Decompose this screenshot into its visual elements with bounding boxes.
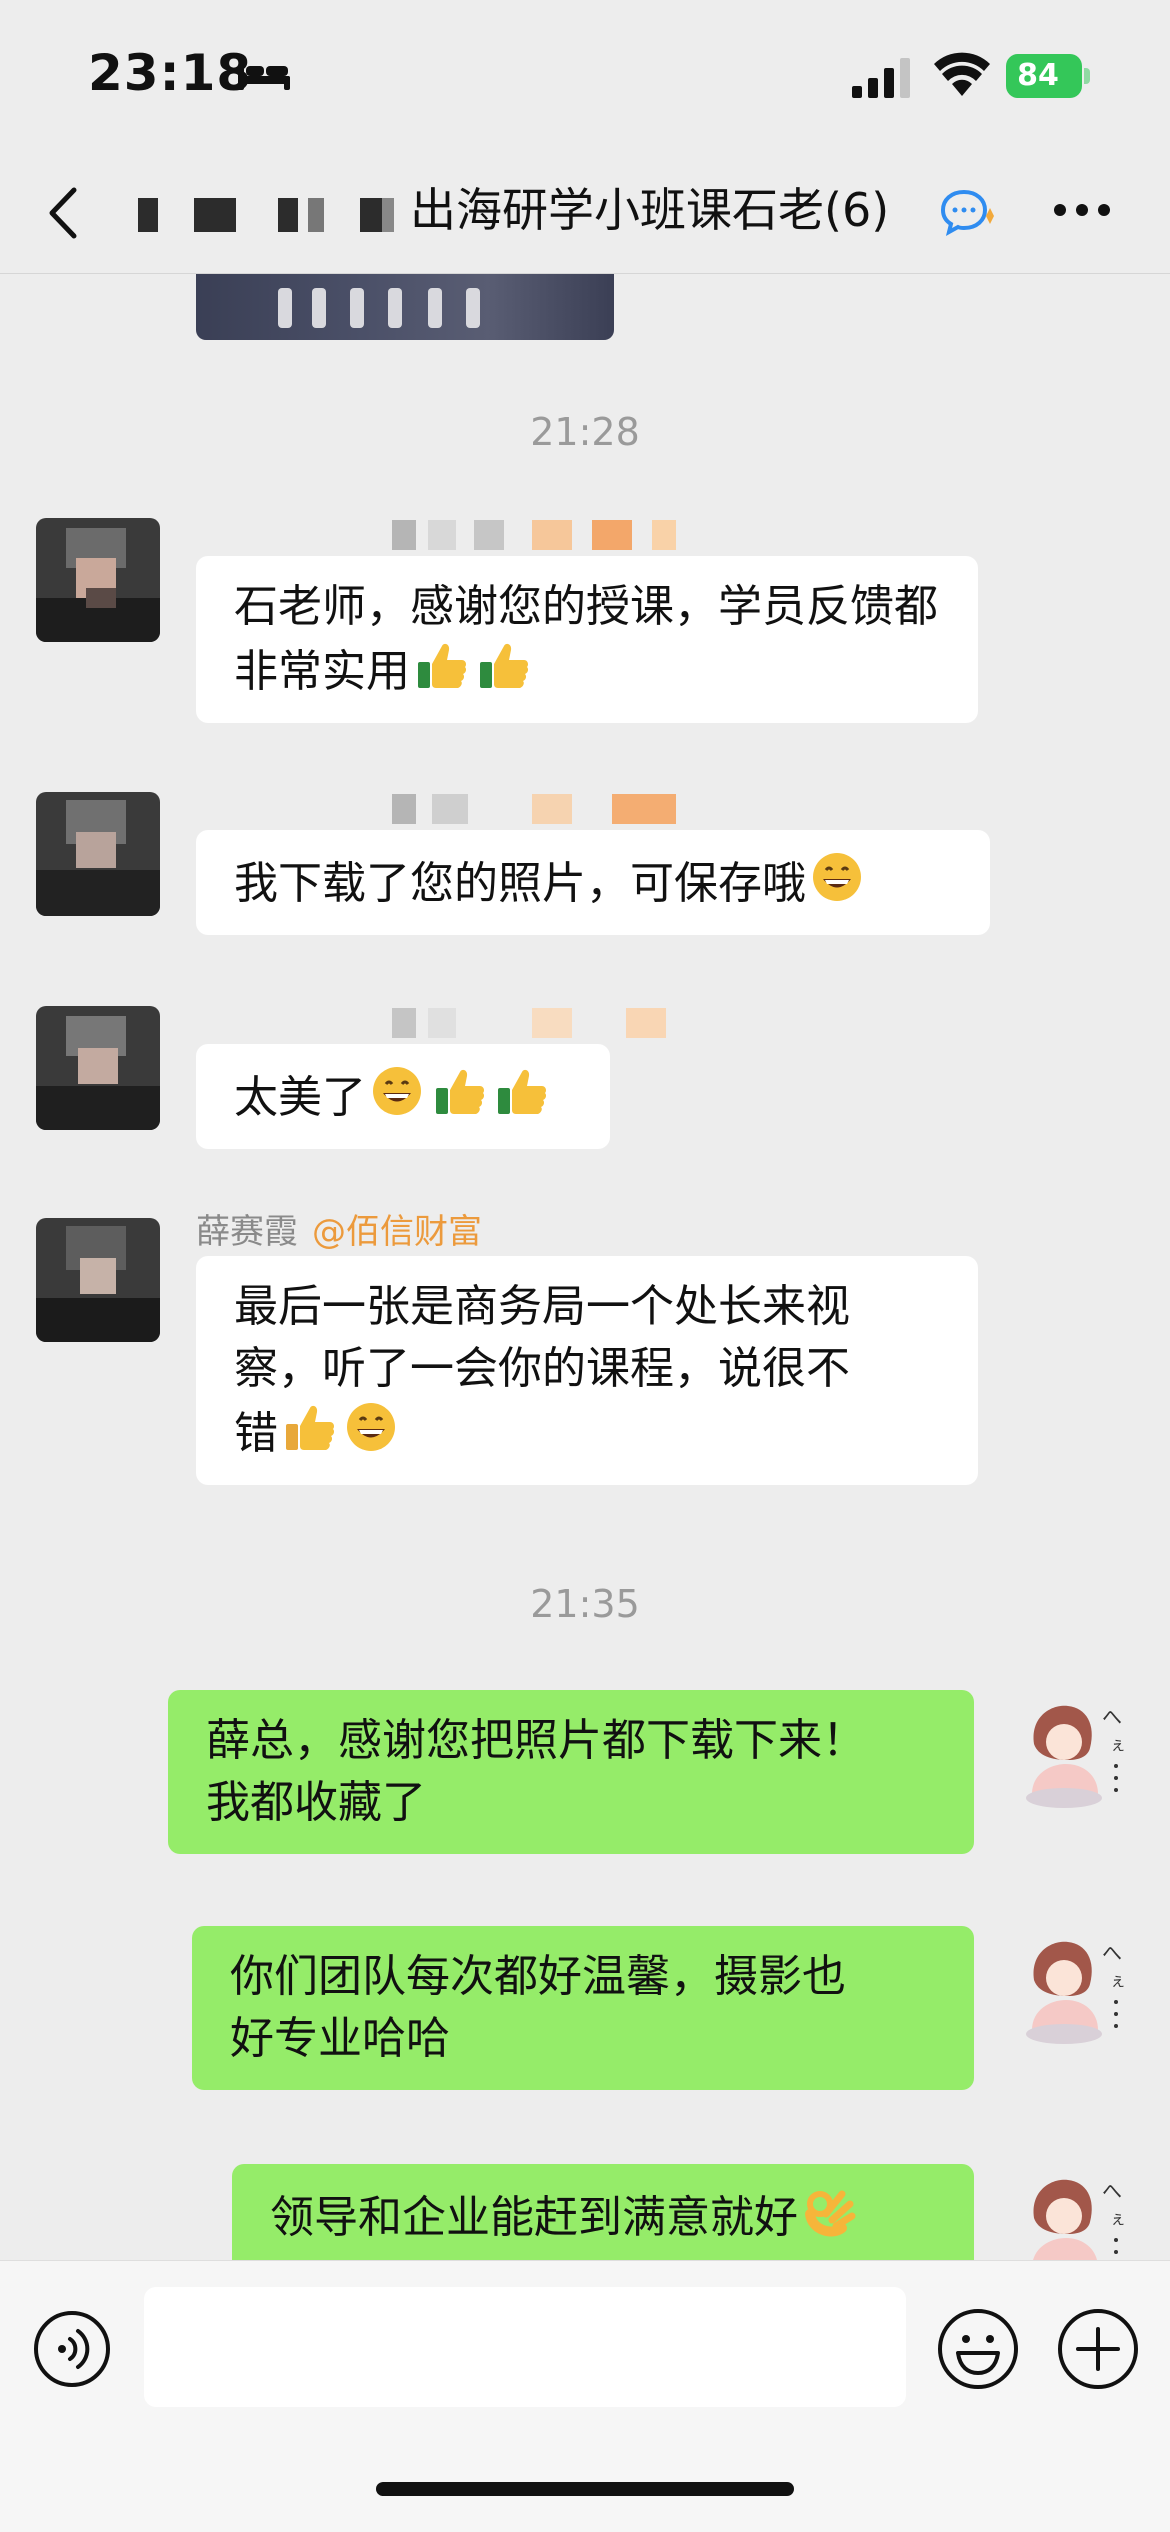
plus-icon[interactable] [1056, 2307, 1140, 2391]
my-avatar[interactable]: へ ぇ [1010, 1926, 1134, 2050]
grinning-face-icon [813, 853, 861, 901]
avatar[interactable] [36, 1006, 160, 1130]
svg-text:へ: へ [1102, 1941, 1122, 1965]
message-text-line: 最后一张是商务局一个处长来视 [234, 1281, 850, 1332]
chat-title[interactable]: 出海研学小班课石老(6) [410, 180, 930, 240]
grinning-face-icon [347, 1403, 395, 1451]
svg-text:へ: へ [1102, 1705, 1122, 1729]
voice-icon[interactable] [32, 2309, 112, 2389]
thumbs-up-icon [418, 643, 467, 688]
message-bubble[interactable]: 石老师，感谢您的授课，学员反馈都非常实用 [196, 556, 978, 723]
message-text: 石老师，感谢您的授课，学员反馈都非常实用 [234, 581, 938, 697]
timestamp: 21:35 [530, 1582, 640, 1626]
back-chevron-icon[interactable] [40, 178, 90, 248]
ok-hand-icon [805, 2190, 856, 2237]
more-dots-icon[interactable] [1050, 198, 1114, 222]
message-text-line: 你们团队每次都好温馨，摄影也 [230, 1951, 846, 2002]
signal-icon [852, 58, 910, 98]
message-bubble-outgoing[interactable]: 薛总，感谢您把照片都下载下来！ 我都收藏了 [168, 1690, 974, 1854]
message-text-line: 薛总，感谢您把照片都下载下来！ [206, 1715, 866, 1766]
message-text: 我下载了您的照片，可保存哦 [234, 858, 806, 909]
sender-name-text: 薛赛霞 [196, 1212, 298, 1252]
my-avatar[interactable]: へ ぇ [1010, 2164, 1134, 2260]
message-text-line: 察，听了一会你的课程，说很不 [234, 1343, 850, 1394]
redacted-title-prefix [138, 190, 408, 236]
group-chat-icon[interactable] [940, 188, 996, 236]
battery-charging-icon: 84 [1006, 54, 1090, 98]
svg-text:ぇ: ぇ [1110, 1971, 1126, 1990]
message-list[interactable]: 21:28 石老师，感谢您的授课，学员反馈都非常实用 我下载了您的照片，可保存哦 [0, 274, 1170, 2260]
thumbs-up-icon [480, 643, 529, 688]
thumbs-up-icon [286, 1405, 335, 1450]
avatar[interactable] [36, 518, 160, 642]
message-text-line: 好专业哈哈 [230, 2013, 450, 2064]
timestamp: 21:28 [530, 410, 640, 454]
shared-photo[interactable] [196, 274, 614, 340]
message-bubble-outgoing[interactable]: 领导和企业能赶到满意就好 [232, 2164, 974, 2260]
svg-text:ぇ: ぇ [1110, 1735, 1126, 1754]
message-text: 领导和企业能赶到满意就好 [270, 2192, 798, 2243]
grinning-face-icon [373, 1067, 421, 1115]
avatar[interactable] [36, 792, 160, 916]
wifi-icon [934, 52, 990, 96]
home-indicator[interactable] [376, 2482, 794, 2496]
thumbs-up-icon [436, 1069, 485, 1114]
message-bubble[interactable]: 最后一张是商务局一个处长来视 察，听了一会你的课程，说很不 错 [196, 1256, 978, 1485]
sender-org[interactable]: @佰信财富 [312, 1212, 482, 1252]
message-text-line: 错 [234, 1408, 278, 1459]
message-bubble[interactable]: 太美了 [196, 1044, 610, 1149]
my-avatar[interactable]: へ ぇ [1010, 1690, 1134, 1814]
message-text-line: 我都收藏了 [206, 1777, 426, 1828]
status-bar: 23:18 84 [0, 0, 1170, 150]
svg-text:へ: へ [1102, 2179, 1122, 2203]
message-bubble-outgoing[interactable]: 你们团队每次都好温馨，摄影也 好专业哈哈 [192, 1926, 974, 2090]
emoji-icon[interactable] [936, 2307, 1020, 2391]
message-input[interactable] [144, 2287, 906, 2407]
message-bubble[interactable]: 我下载了您的照片，可保存哦 [196, 830, 990, 935]
status-time: 23:18 [88, 44, 253, 102]
message-text: 太美了 [234, 1072, 366, 1123]
avatar[interactable] [36, 1218, 160, 1342]
chat-header: 出海研学小班课石老(6) [0, 150, 1170, 274]
bed-icon [238, 64, 290, 90]
thumbs-up-icon [498, 1069, 547, 1114]
svg-text:ぇ: ぇ [1110, 2209, 1126, 2228]
sender-name: 薛赛霞 @佰信财富 [196, 1204, 482, 1253]
battery-level: 84 [1017, 58, 1059, 93]
